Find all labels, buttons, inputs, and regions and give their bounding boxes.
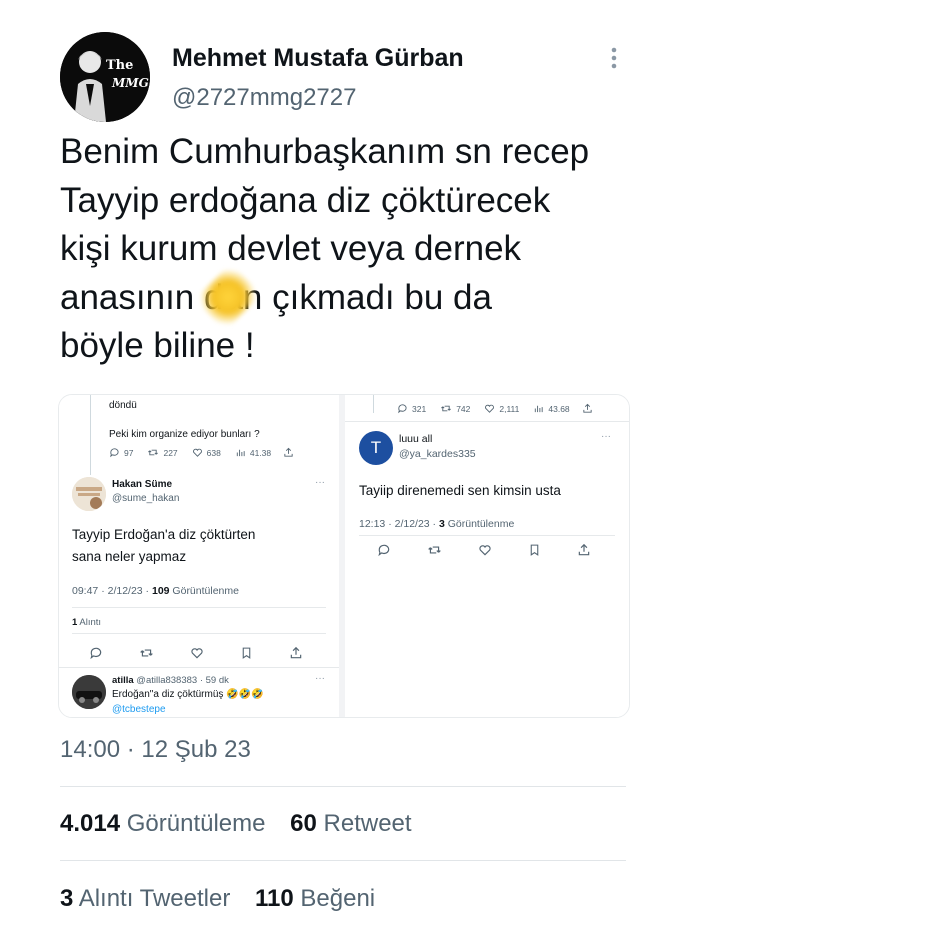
share-icon[interactable] bbox=[577, 543, 591, 557]
stats-row-2: 3 Alıntı Tweetler 110 Beğeni bbox=[60, 885, 375, 913]
left-question: Peki kim organize ediyor bunları ? bbox=[109, 429, 260, 440]
atilla-mention[interactable]: @tcbestepe bbox=[112, 704, 166, 715]
luuu-name[interactable]: luuu all bbox=[399, 433, 432, 445]
right-retweets-count: 742 bbox=[456, 403, 471, 414]
avatar-text-top: The bbox=[106, 58, 134, 73]
left-metrics-top: 97 227 638 41.38 bbox=[109, 447, 294, 458]
bookmark-icon[interactable] bbox=[240, 646, 253, 660]
left-retweets-count: 227 bbox=[163, 447, 178, 458]
tweet-timestamp[interactable]: 14:00 · 12 Şub 23 bbox=[60, 736, 251, 764]
atilla-header[interactable]: atilla @atilla838383 · 59 dk bbox=[112, 675, 229, 686]
tweet-text-line: böyle biline ! bbox=[60, 326, 255, 365]
more-icon[interactable] bbox=[600, 44, 628, 76]
reply-icon[interactable] bbox=[397, 403, 408, 414]
tweet-text-line: Tayyip erdoğana diz çöktürecek bbox=[60, 180, 551, 220]
right-replies-count: 321 bbox=[412, 403, 427, 414]
like-icon[interactable] bbox=[190, 646, 204, 660]
left-likes-count: 638 bbox=[206, 447, 221, 458]
hakan-text-line: Tayyip Erdoğan'a diz çöktürten bbox=[72, 527, 256, 542]
reply-icon[interactable] bbox=[89, 646, 103, 660]
views-icon[interactable] bbox=[235, 447, 246, 458]
more-icon[interactable]: ··· bbox=[601, 431, 611, 442]
avatar[interactable]: The MMG bbox=[60, 32, 150, 122]
author-name[interactable]: Mehmet Mustafa Gürban bbox=[172, 44, 464, 73]
hakan-meta-views-label: Görüntülenme bbox=[169, 585, 239, 597]
tweet-text-line: anasının dan çıkmadı bu da bbox=[60, 277, 492, 317]
like-icon[interactable] bbox=[484, 403, 495, 414]
luuu-avatar[interactable]: T bbox=[359, 431, 393, 465]
luuu-text: Tayiip direnemedi sen kimsin usta bbox=[359, 483, 561, 498]
luuu-meta-time: 12:13 · 2/12/23 · bbox=[359, 518, 439, 530]
share-icon[interactable] bbox=[283, 447, 294, 458]
views-count: 4.014 bbox=[60, 810, 121, 837]
hakan-handle[interactable]: @sume_hakan bbox=[112, 493, 179, 504]
luuu-action-bar bbox=[377, 543, 591, 557]
quote-label: Alıntı bbox=[77, 617, 102, 628]
divider bbox=[60, 786, 626, 787]
media-screenshot-right[interactable]: 321 742 2,111 43.68 T luuu all @ya_karde… bbox=[345, 395, 629, 717]
hakan-meta-views-count: 109 bbox=[151, 585, 170, 597]
author-handle[interactable]: @2727mmg2727 bbox=[172, 84, 356, 112]
share-icon[interactable] bbox=[289, 646, 303, 660]
hakan-text-line: sana neler yapmaz bbox=[72, 549, 187, 564]
more-icon[interactable]: ··· bbox=[315, 477, 325, 488]
atilla-avatar[interactable] bbox=[72, 675, 106, 709]
luuu-meta-views-label: Görüntülenme bbox=[444, 518, 515, 530]
views-label: Görüntüleme bbox=[126, 810, 266, 837]
retweet-icon[interactable] bbox=[139, 646, 154, 660]
luuu-meta: 12:13 · 2/12/23 · 3 Görüntülenme bbox=[359, 518, 514, 530]
left-top-fragment: döndü bbox=[109, 400, 137, 411]
share-icon[interactable] bbox=[582, 403, 593, 414]
more-icon[interactable]: ··· bbox=[315, 673, 325, 684]
retweets-label: Retweet bbox=[323, 810, 412, 837]
bookmark-icon[interactable] bbox=[528, 543, 541, 557]
divider bbox=[60, 860, 626, 861]
atilla-text: Erdoğan"a diz çöktürmüş 🤣🤣🤣 bbox=[112, 689, 264, 700]
luuu-handle[interactable]: @ya_kardes335 bbox=[399, 448, 476, 460]
hakan-quote-count[interactable]: 1 Alıntı bbox=[72, 617, 101, 628]
right-likes-count: 2,111 bbox=[499, 403, 520, 414]
reply-icon[interactable] bbox=[377, 543, 391, 557]
tweet-media[interactable]: döndü Peki kim organize ediyor bunları ?… bbox=[58, 394, 630, 718]
tweet-text-line: Benim Cumhurbaşkanım sn recep bbox=[60, 132, 590, 171]
like-icon[interactable] bbox=[192, 447, 203, 458]
views-icon[interactable] bbox=[533, 403, 544, 414]
atilla-handle-time: @atilla838383 · 59 dk bbox=[136, 675, 229, 686]
likes-count: 110 bbox=[255, 885, 294, 912]
avatar-text-bottom: MMG bbox=[112, 76, 149, 90]
tweet-text-line: kişi kurum devlet veya dernek bbox=[60, 229, 522, 268]
left-replies-count: 97 bbox=[124, 447, 134, 458]
retweets-stat[interactable]: 60 Retweet bbox=[290, 810, 411, 837]
hakan-avatar[interactable] bbox=[72, 477, 106, 511]
retweets-count: 60 bbox=[290, 810, 317, 837]
right-metrics-top: 321 742 2,111 43.68 bbox=[397, 403, 593, 414]
left-views-count: 41.38 bbox=[249, 447, 272, 458]
retweet-icon[interactable] bbox=[440, 403, 452, 414]
hakan-meta-time: 09:47 · 2/12/23 · bbox=[72, 585, 152, 597]
quotes-count: 3 bbox=[60, 885, 74, 912]
likes-stat[interactable]: 110 Beğeni bbox=[255, 885, 375, 912]
stats-row-1: 4.014 Görüntüleme 60 Retweet bbox=[60, 810, 412, 838]
atilla-name: atilla bbox=[112, 675, 134, 686]
views-stat[interactable]: 4.014 Görüntüleme bbox=[60, 810, 265, 837]
tweet-text: Benim Cumhurbaşkanım sn recep Tayyip erd… bbox=[60, 128, 660, 371]
retweet-icon[interactable] bbox=[147, 447, 159, 458]
reply-icon[interactable] bbox=[109, 447, 120, 458]
quotes-stat[interactable]: 3 Alıntı Tweetler bbox=[60, 885, 230, 912]
hakan-meta: 09:47 · 2/12/23 · 109 Görüntülenme bbox=[72, 585, 239, 597]
hakan-action-bar bbox=[89, 646, 303, 660]
likes-label: Beğeni bbox=[300, 885, 376, 912]
retweet-icon[interactable] bbox=[427, 543, 442, 557]
quotes-label: Alıntı Tweetler bbox=[78, 885, 231, 912]
right-views-count: 43.68 bbox=[548, 403, 570, 414]
like-icon[interactable] bbox=[478, 543, 492, 557]
hakan-name[interactable]: Hakan Süme bbox=[112, 479, 172, 490]
media-screenshot-left[interactable]: döndü Peki kim organize ediyor bunları ?… bbox=[59, 395, 339, 717]
